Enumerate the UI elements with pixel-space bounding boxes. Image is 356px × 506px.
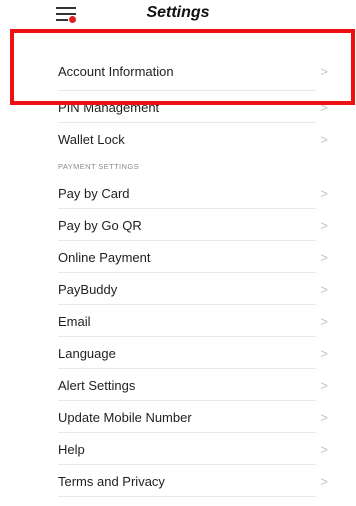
chevron-right-icon: > (320, 441, 328, 457)
settings-item-help[interactable]: Help > (0, 433, 356, 465)
settings-item-terms-and-privacy[interactable]: Terms and Privacy > (0, 465, 356, 497)
settings-item-label: PIN Management (58, 99, 160, 115)
settings-item-pay-by-go-qr[interactable]: Pay by Go QR > (0, 209, 356, 241)
settings-item-label: Language (58, 345, 116, 361)
settings-list: Account Information > PIN Management > W… (0, 40, 356, 497)
settings-item-label: Pay by Card (58, 185, 130, 201)
settings-item-account-information[interactable]: Account Information > (0, 40, 356, 91)
chevron-right-icon: > (320, 185, 328, 201)
settings-item-update-mobile-number[interactable]: Update Mobile Number > (0, 401, 356, 433)
settings-item-paybuddy[interactable]: PayBuddy > (0, 273, 356, 305)
chevron-right-icon: > (320, 99, 328, 115)
settings-item-wallet-lock[interactable]: Wallet Lock > (0, 123, 356, 155)
settings-item-label: Help (58, 441, 85, 457)
settings-item-label: Email (58, 313, 91, 329)
settings-item-label: Wallet Lock (58, 131, 125, 147)
chevron-right-icon: > (320, 281, 328, 297)
chevron-right-icon: > (320, 409, 328, 425)
settings-item-alert-settings[interactable]: Alert Settings > (0, 369, 356, 401)
chevron-right-icon: > (320, 217, 328, 233)
settings-item-label: Pay by Go QR (58, 217, 142, 233)
settings-item-language[interactable]: Language > (0, 337, 356, 369)
settings-item-label: Account Information (58, 64, 174, 79)
settings-item-label: Terms and Privacy (58, 473, 165, 489)
settings-item-online-payment[interactable]: Online Payment > (0, 241, 356, 273)
section-header-payment-settings: PAYMENT SETTINGS (0, 155, 356, 177)
header: Settings (0, 0, 356, 30)
settings-item-label: Online Payment (58, 249, 151, 265)
chevron-right-icon: > (320, 377, 328, 393)
chevron-right-icon: > (320, 249, 328, 265)
settings-item-email[interactable]: Email > (0, 305, 356, 337)
page-title: Settings (146, 4, 210, 21)
settings-item-pin-management[interactable]: PIN Management > (0, 91, 356, 123)
chevron-right-icon: > (320, 473, 328, 489)
settings-item-label: Update Mobile Number (58, 409, 192, 425)
chevron-right-icon: > (320, 313, 328, 329)
chevron-right-icon: > (320, 131, 328, 147)
settings-item-label: PayBuddy (58, 281, 118, 297)
settings-item-pay-by-card[interactable]: Pay by Card > (0, 177, 356, 209)
settings-item-label: Alert Settings (58, 377, 136, 393)
chevron-right-icon: > (320, 64, 328, 79)
chevron-right-icon: > (320, 345, 328, 361)
section-label: PAYMENT SETTINGS (58, 162, 139, 171)
